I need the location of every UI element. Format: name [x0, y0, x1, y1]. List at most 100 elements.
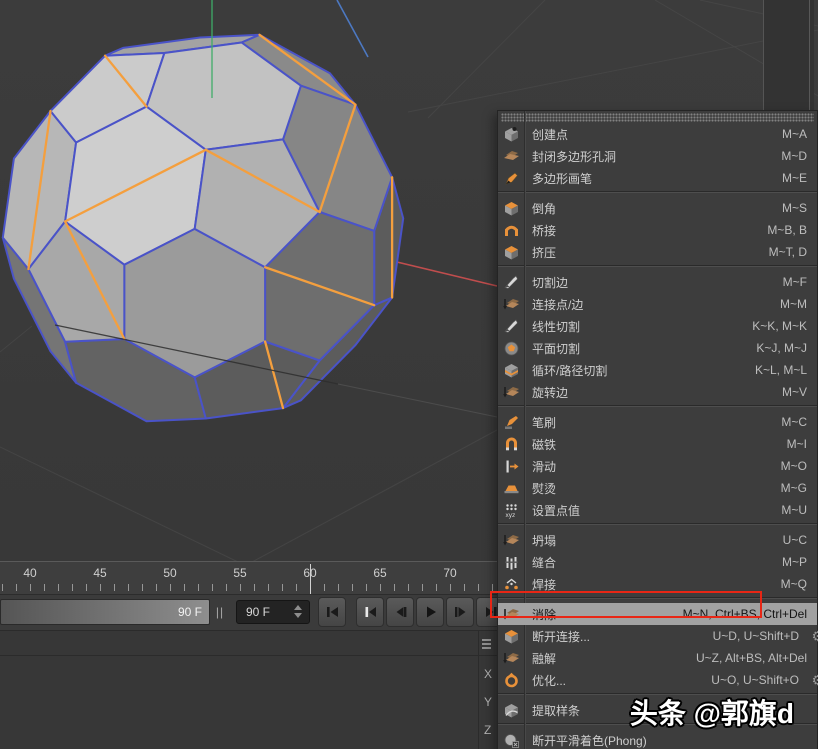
polygon-pen-icon — [498, 170, 524, 187]
app-window: 40455055606570 90 F || 90 F XYZ 创建点M~A封闭… — [0, 0, 818, 749]
menu-item-label: 挤压 — [524, 244, 769, 261]
menu-item-collapse[interactable]: 坍塌U~C — [498, 529, 817, 551]
z-axis-line — [337, 0, 368, 57]
menu-item-label: 优化... — [524, 672, 711, 689]
menu-item-brush[interactable]: 笔刷M~C — [498, 411, 817, 433]
menu-item-label: 缝合 — [524, 554, 782, 571]
set-point-value-icon: xyz — [498, 502, 524, 519]
previous-frame-button[interactable] — [386, 597, 414, 627]
extract-spline-icon — [498, 702, 524, 719]
menu-item-cut-edge[interactable]: 切割边M~F — [498, 271, 817, 293]
break-phong-shading-icon — [498, 732, 524, 749]
menu-item-set-point-value[interactable]: xyz设置点值M~U — [498, 499, 817, 521]
menu-item-slide[interactable]: 滑动M~O — [498, 455, 817, 477]
menu-handle-icon[interactable] — [482, 639, 491, 651]
ruler-label: 55 — [233, 566, 246, 580]
menu-item-label: 桥接 — [524, 222, 767, 239]
menu-item-label: 滑动 — [524, 458, 781, 475]
svg-text:xyz: xyz — [505, 512, 515, 519]
disconnect-icon — [498, 628, 524, 645]
stepper-up-icon[interactable] — [294, 605, 302, 610]
timeline-range-slider[interactable]: 90 F — [0, 599, 210, 625]
menu-item-label: 连接点/边 — [524, 296, 780, 313]
menu-item-label: 融解 — [524, 650, 696, 667]
menu-item-label: 断开连接... — [524, 628, 713, 645]
menu-item-rotate-edge[interactable]: 旋转边M~V — [498, 381, 817, 403]
menu-item-melt[interactable]: 融解U~Z, Alt+BS, Alt+Del — [498, 647, 817, 669]
menu-item-label: 倒角 — [524, 200, 782, 217]
iron-icon — [498, 480, 524, 497]
menu-item-create-point[interactable]: 创建点M~A — [498, 123, 817, 145]
playhead[interactable] — [310, 564, 311, 594]
menu-item-label: 循环/路径切割 — [524, 362, 755, 379]
menu-item-shortcut: U~Z, Alt+BS, Alt+Del — [696, 651, 817, 665]
menu-item-linear-cut[interactable]: 线性切割K~K, M~K — [498, 315, 817, 337]
menu-item-shortcut: M~I — [787, 437, 817, 451]
menu-item-shortcut: M~F — [783, 275, 817, 289]
menu-item-label: 旋转边 — [524, 384, 782, 401]
context-menu: 创建点M~A封闭多边形孔洞M~D多边形画笔M~E倒角M~S桥接M~B, B挤压M… — [497, 110, 818, 749]
goto-start-button[interactable] — [318, 597, 346, 627]
menu-item-shortcut: M~M — [780, 297, 817, 311]
loop-path-cut-icon — [498, 362, 524, 379]
bridge-icon — [498, 222, 524, 239]
range-handle[interactable]: || — [211, 599, 229, 625]
menu-item-label: 熨烫 — [524, 480, 781, 497]
connect-points-edges-icon — [498, 296, 524, 313]
ruler-label: 70 — [443, 566, 456, 580]
menu-item-shortcut: M~G — [781, 481, 817, 495]
menu-item-label: 切割边 — [524, 274, 783, 291]
stitch-icon — [498, 554, 524, 571]
menu-item-shortcut: M~E — [782, 171, 817, 185]
menu-item-label: 坍塌 — [524, 532, 783, 549]
rotate-edge-icon — [498, 384, 524, 401]
menu-item-disconnect[interactable]: 断开连接...U~D, U~Shift+D⚙ — [498, 625, 817, 647]
menu-item-bevel[interactable]: 倒角M~S — [498, 197, 817, 219]
bevel-icon — [498, 200, 524, 217]
menu-item-shortcut: M~O — [781, 459, 817, 473]
menu-item-polygon-pen[interactable]: 多边形画笔M~E — [498, 167, 817, 189]
gear-icon[interactable]: ⚙ — [811, 672, 818, 688]
menu-item-label: 创建点 — [524, 126, 782, 143]
ruler-label: 45 — [93, 566, 106, 580]
menu-item-shortcut: U~C — [783, 533, 817, 547]
menu-item-loop-path-cut[interactable]: 循环/路径切割K~L, M~L — [498, 359, 817, 381]
stepper-down-icon[interactable] — [294, 613, 302, 618]
goto-previous-key-button[interactable] — [356, 597, 384, 627]
current-frame-value: 90 F — [246, 605, 270, 619]
coord-axis-label-y: Y — [484, 695, 492, 709]
cut-edge-icon — [498, 274, 524, 291]
menu-item-break-phong-shading[interactable]: 断开平滑着色(Phong) — [498, 729, 817, 749]
menu-tear-off-strip[interactable] — [501, 113, 814, 122]
menu-item-shortcut: M~S — [782, 201, 817, 215]
menu-item-label: 线性切割 — [524, 318, 752, 335]
gear-icon[interactable]: ⚙ — [811, 628, 818, 644]
menu-item-optimize[interactable]: 优化...U~O, U~Shift+O⚙ — [498, 669, 817, 691]
menu-item-magnet[interactable]: 磁铁M~I — [498, 433, 817, 455]
annotation-red-box — [490, 591, 762, 618]
menu-item-shortcut: K~L, M~L — [755, 363, 817, 377]
menu-item-stitch[interactable]: 缝合M~P — [498, 551, 817, 573]
range-end-label: 90 F — [178, 605, 202, 619]
menu-item-connect-points-edges[interactable]: 连接点/边M~M — [498, 293, 817, 315]
coord-axis-label-z: Z — [484, 723, 491, 737]
menu-item-bridge[interactable]: 桥接M~B, B — [498, 219, 817, 241]
play-button[interactable] — [416, 597, 444, 627]
menu-item-plane-cut[interactable]: 平面切割K~J, M~J — [498, 337, 817, 359]
panel-divider — [478, 631, 479, 749]
frame-stepper[interactable] — [294, 605, 304, 620]
next-frame-button[interactable] — [446, 597, 474, 627]
menu-item-shortcut: M~U — [781, 503, 817, 517]
menu-item-close-polygon-hole[interactable]: 封闭多边形孔洞M~D — [498, 145, 817, 167]
watermark: 头条 @郭旗d — [630, 692, 794, 732]
menu-item-shortcut: M~P — [782, 555, 817, 569]
current-frame-input[interactable]: 90 F — [236, 600, 310, 624]
melt-icon — [498, 650, 524, 667]
close-polygon-hole-icon — [498, 148, 524, 165]
menu-item-shortcut: M~T, D — [769, 245, 817, 259]
polyhedron-mesh[interactable] — [3, 35, 403, 421]
magnet-icon — [498, 436, 524, 453]
menu-item-iron[interactable]: 熨烫M~G — [498, 477, 817, 499]
menu-item-extrude[interactable]: 挤压M~T, D — [498, 241, 817, 263]
menu-item-shortcut: M~C — [781, 415, 817, 429]
